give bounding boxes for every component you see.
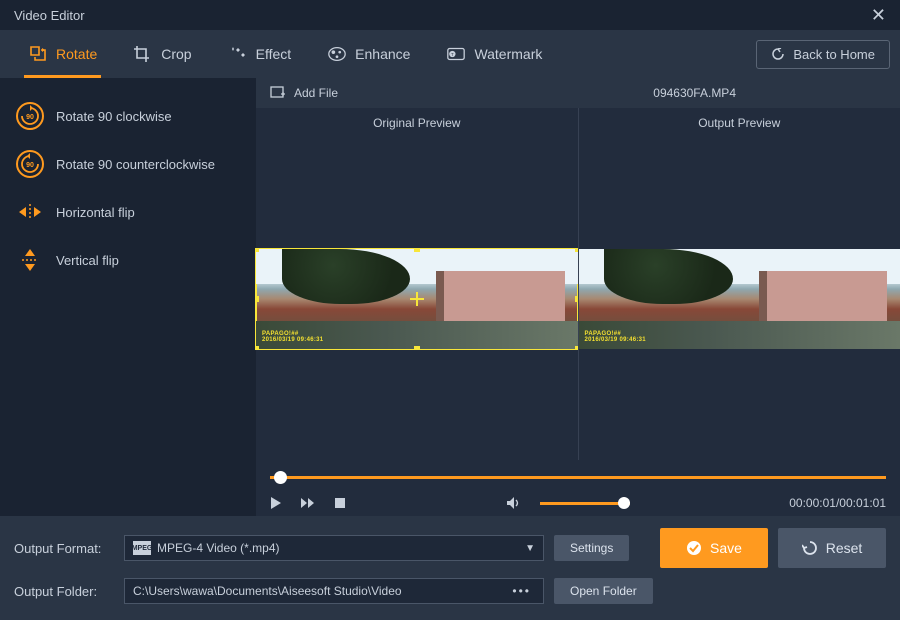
format-badge-icon: MPEG — [133, 541, 151, 555]
tab-effect[interactable]: Effect — [210, 30, 310, 78]
open-folder-button[interactable]: Open Folder — [554, 578, 653, 604]
timeline-knob[interactable] — [274, 471, 287, 484]
sidebar-label: Horizontal flip — [56, 205, 135, 220]
original-preview: Original Preview PAPAGO!##2016/03/19 09:… — [256, 108, 578, 460]
watermark-icon: T — [446, 45, 466, 63]
fast-forward-icon[interactable] — [300, 497, 316, 509]
tab-label: Enhance — [355, 46, 410, 62]
browse-icon[interactable]: ••• — [508, 584, 535, 598]
video-frame-output: PAPAGO!##2016/03/19 09:46:31 — [579, 249, 900, 349]
rotate-ccw-icon: 90 — [16, 150, 44, 178]
resize-handle[interactable] — [414, 249, 420, 252]
tab-label: Rotate — [56, 46, 97, 62]
output-folder-field[interactable]: C:\Users\wawa\Documents\Aiseesoft Studio… — [124, 578, 544, 604]
output-preview-box: PAPAGO!##2016/03/19 09:46:31 — [579, 138, 900, 460]
time-display: 00:00:01/00:01:01 — [789, 496, 886, 510]
add-file-icon — [270, 86, 286, 100]
back-label: Back to Home — [793, 47, 875, 62]
resize-handle[interactable] — [256, 249, 259, 252]
output-preview-label: Output Preview — [579, 108, 900, 138]
volume-slider[interactable] — [540, 502, 630, 505]
svg-text:90: 90 — [26, 114, 34, 121]
crop-icon — [133, 45, 153, 63]
sidebar-label: Rotate 90 counterclockwise — [56, 157, 215, 172]
output-preview: Output Preview PAPAGO!##2016/03/19 09:46… — [578, 108, 900, 460]
sidebar-item-rotate-cw[interactable]: 90 Rotate 90 clockwise — [10, 92, 246, 140]
tab-watermark[interactable]: T Watermark — [428, 30, 560, 78]
tab-label: Effect — [256, 46, 292, 62]
check-icon — [686, 540, 702, 556]
original-preview-box[interactable]: PAPAGO!##2016/03/19 09:46:31 — [256, 138, 578, 460]
sidebar-item-rotate-ccw[interactable]: 90 Rotate 90 counterclockwise — [10, 140, 246, 188]
resize-handle[interactable] — [256, 346, 259, 349]
sidebar-label: Rotate 90 clockwise — [56, 109, 172, 124]
volume-knob[interactable] — [618, 497, 630, 509]
video-frame-original: PAPAGO!##2016/03/19 09:46:31 — [256, 249, 578, 349]
add-file-label: Add File — [294, 86, 338, 100]
resize-handle[interactable] — [256, 296, 259, 302]
chevron-down-icon: ▼ — [525, 543, 535, 554]
tab-rotate[interactable]: Rotate — [10, 30, 115, 78]
sidebar: 90 Rotate 90 clockwise 90 Rotate 90 coun… — [0, 78, 256, 516]
reset-icon — [802, 540, 818, 556]
save-button[interactable]: Save — [660, 528, 768, 568]
enhance-icon — [327, 45, 347, 63]
back-icon — [771, 48, 785, 60]
timeline-slider[interactable] — [270, 470, 886, 484]
volume-icon[interactable] — [506, 496, 522, 510]
bottom-bar: Output Format: MPEGMPEG-4 Video (*.mp4) … — [0, 516, 900, 620]
current-file-name: 094630FA.MP4 — [653, 86, 736, 100]
output-format-select[interactable]: MPEGMPEG-4 Video (*.mp4) ▼ — [124, 535, 544, 561]
output-format-label: Output Format: — [14, 541, 114, 556]
hflip-icon — [16, 198, 44, 226]
svg-text:90: 90 — [26, 162, 34, 169]
sidebar-item-hflip[interactable]: Horizontal flip — [10, 188, 246, 236]
crosshair-icon — [410, 292, 424, 306]
tab-crop[interactable]: Crop — [115, 30, 209, 78]
close-icon[interactable]: ✕ — [871, 5, 886, 26]
main-toolbar: Rotate Crop Effect Enhance T Watermark B… — [0, 30, 900, 78]
tab-label: Watermark — [474, 46, 542, 62]
play-icon[interactable] — [270, 496, 282, 510]
back-home-button[interactable]: Back to Home — [756, 40, 890, 69]
titlebar: Video Editor ✕ — [0, 0, 900, 30]
add-file-button[interactable]: Add File — [270, 86, 338, 100]
svg-text:T: T — [451, 52, 454, 57]
rotate-cw-icon: 90 — [16, 102, 44, 130]
tab-label: Crop — [161, 46, 191, 62]
content-area: 90 Rotate 90 clockwise 90 Rotate 90 coun… — [0, 78, 900, 516]
output-folder-label: Output Folder: — [14, 584, 114, 599]
tab-enhance[interactable]: Enhance — [309, 30, 428, 78]
effect-icon — [228, 45, 248, 63]
playback-controls: 00:00:01/00:01:01 — [256, 460, 900, 516]
preview-row: Original Preview PAPAGO!##2016/03/19 09:… — [256, 108, 900, 460]
window-title: Video Editor — [14, 8, 85, 23]
sidebar-label: Vertical flip — [56, 253, 119, 268]
reset-button[interactable]: Reset — [778, 528, 886, 568]
resize-handle[interactable] — [414, 346, 420, 349]
vflip-icon — [16, 246, 44, 274]
stop-icon[interactable] — [334, 497, 346, 509]
rotate-icon — [28, 45, 48, 63]
file-bar: Add File 094630FA.MP4 — [256, 78, 900, 108]
preview-panel: Add File 094630FA.MP4 Original Preview P… — [256, 78, 900, 516]
sidebar-item-vflip[interactable]: Vertical flip — [10, 236, 246, 284]
original-preview-label: Original Preview — [256, 108, 578, 138]
settings-button[interactable]: Settings — [554, 535, 629, 561]
